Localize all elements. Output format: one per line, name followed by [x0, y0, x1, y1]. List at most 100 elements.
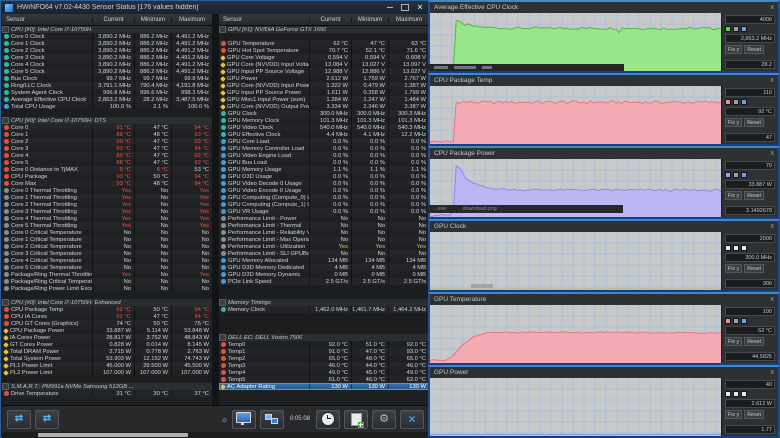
color-swatch[interactable] — [733, 391, 739, 397]
sensor-row[interactable]: GPU Hot Spot Temperature70.7 °C52.1 °C71… — [219, 47, 429, 54]
sensor-row[interactable]: PCIe Link Speed2.5 GT/s2.5 GT/s2.5 GT/s — [219, 278, 429, 285]
sensor-row[interactable]: PL1 Power Limit45.000 W39.500 W45.500 W — [2, 362, 212, 369]
color-swatch[interactable] — [733, 318, 739, 324]
sensor-row[interactable]: GPU Bus Load0.0 %0.0 %0.0 % — [219, 159, 429, 166]
graph-close-icon[interactable]: x — [771, 77, 775, 84]
sensor-row[interactable]: Package/Ring Critical TemperatureNoNoNo — [2, 278, 212, 285]
sensor-row[interactable]: System Agent Clock996.8 MHz996.6 MHz998.… — [2, 89, 212, 96]
section-header-row[interactable]: GPU [#1]: NVIDIA GeForce GTX 1650 — [219, 26, 429, 33]
reset-button[interactable]: Reset — [744, 45, 764, 54]
sensor-row[interactable]: Performance Limit - Max Operating Voltag… — [219, 236, 429, 243]
sensor-row[interactable]: Performance Limit - Reliability VoltageN… — [219, 229, 429, 236]
color-swatch[interactable] — [733, 172, 739, 178]
sensor-row[interactable]: CPU IA Cores92 °C47 °C94 °C — [2, 313, 212, 320]
axis-max-input[interactable]: 100 — [725, 307, 775, 316]
fix-y-button[interactable]: Fix y — [725, 45, 742, 54]
axis-min-input[interactable]: 44.5825 — [725, 352, 775, 361]
sensor-row[interactable]: Core 1 Critical TemperatureNoNoNo — [2, 236, 212, 243]
sensor-row[interactable]: Core 290 °C47 °C93 °C — [2, 138, 212, 145]
columns-collapse-button[interactable]: ⇄ — [7, 410, 31, 429]
sensor-row[interactable]: GPU Core (NVVDD) Input Power1.322 W0.479… — [219, 82, 429, 89]
fix-y-button[interactable]: Fix y — [725, 410, 742, 419]
color-swatch[interactable] — [725, 172, 731, 178]
axis-max-input[interactable]: 2000 — [725, 234, 775, 243]
sensor-row[interactable]: CPU GT Cores (Graphics)74 °C50 °C75 °C — [2, 320, 212, 327]
fix-y-button[interactable]: Fix y — [725, 191, 742, 200]
sensor-row[interactable]: Bus Clock99.7 MHz99.7 MHz99.8 MHz — [2, 75, 212, 82]
reset-button[interactable]: Reset — [744, 337, 764, 346]
section-checkbox-icon[interactable] — [219, 334, 226, 341]
sensor-row[interactable]: Temp561.0 °C46.0 °C62.0 °C — [219, 376, 429, 383]
reset-button[interactable]: Reset — [744, 264, 764, 273]
column-header-maximum[interactable]: Maximum — [388, 17, 429, 23]
sensor-row[interactable]: CPU Package Power33.887 W5.114 W53.848 W — [2, 327, 212, 334]
sensor-row[interactable]: AC Adapter Rating130 W130 W130 W — [219, 383, 429, 390]
section-checkbox-icon[interactable] — [2, 26, 9, 33]
axis-max-input[interactable]: 70 — [725, 161, 775, 170]
sensor-row[interactable]: GPU Video Clock540.0 MHz540.0 MHz540.3 M… — [219, 124, 429, 131]
sensor-row[interactable]: GPU Video Decode 0 Usage0.0 %0.0 %0.0 % — [219, 180, 429, 187]
section-checkbox-icon[interactable] — [219, 299, 226, 306]
sensor-row[interactable]: Core 5 Thermal ThrottlingYesNoYes — [2, 222, 212, 229]
graph-close-icon[interactable]: x — [771, 223, 775, 230]
color-swatch[interactable] — [741, 99, 747, 105]
sensor-row[interactable]: GPU Effective Clock4.4 MHz4.1 MHz12.2 MH… — [219, 131, 429, 138]
columns-expand-button[interactable]: ⇄ — [35, 410, 59, 429]
color-swatch[interactable] — [725, 245, 731, 251]
axis-min-input[interactable]: 47 — [725, 133, 775, 142]
sensor-row[interactable]: Core 4 Critical TemperatureNoNoNo — [2, 257, 212, 264]
horizontal-scrollbar[interactable] — [2, 432, 429, 438]
fix-y-button[interactable]: Fix y — [725, 264, 742, 273]
sensor-row[interactable]: Temp092.0 °C51.0 °C92.0 °C — [219, 341, 429, 348]
sensor-row[interactable]: Core 5 Critical TemperatureNoNoNo — [2, 264, 212, 271]
section-checkbox-icon[interactable] — [2, 117, 9, 124]
column-header-minimum[interactable]: Minimum — [351, 17, 388, 23]
sensor-row[interactable]: GPU D3D Usage0.0 %0.0 %0.0 % — [219, 173, 429, 180]
section-header-row[interactable]: CPU [#0]: Intel Core i7-10750H: DTS — [2, 117, 212, 124]
remote-sensors-button[interactable] — [260, 410, 284, 429]
monitoring-window-button[interactable] — [232, 410, 256, 429]
sensor-row[interactable]: GPU Computing (Compute_0) Usage0.0 %0.0 … — [219, 194, 429, 201]
sensor-row[interactable]: Core 091 °C47 °C94 °C — [2, 124, 212, 131]
graph-close-icon[interactable]: x — [771, 150, 775, 157]
sensor-row[interactable]: Temp449.0 °C45.0 °C49.0 °C — [219, 369, 429, 376]
sensor-row[interactable]: Core 588 °C47 °C92 °C — [2, 159, 212, 166]
graph-titlebar[interactable]: CPU Package Tempx — [430, 75, 778, 86]
sensor-row[interactable]: GPU Video Engine Load0.0 %0.0 %0.0 % — [219, 152, 429, 159]
sensor-row[interactable]: Core 5 Clock3,890.2 MHz886.2 MHz4,491.2 … — [2, 68, 212, 75]
minimize-button[interactable] — [384, 3, 396, 12]
sensor-row[interactable]: GPU Power2.612 W1.759 W2.767 W — [219, 75, 429, 82]
sensor-row[interactable]: Core 3 Thermal ThrottlingYesNoYes — [2, 208, 212, 215]
section-checkbox-icon[interactable] — [2, 299, 9, 306]
color-swatch[interactable] — [733, 245, 739, 251]
settings-button[interactable]: ⚙ — [372, 410, 396, 429]
sensor-row[interactable]: Temp265.0 °C48.0 °C65.0 °C — [219, 355, 429, 362]
sensor-row[interactable]: GPU Core (NVVDD) Input Voltage13.084 V13… — [219, 61, 429, 68]
sensor-row[interactable]: Core 0 Distance to TjMAX9 °C6 °C53 °C — [2, 166, 212, 173]
axis-min-input[interactable]: 1.77 — [725, 425, 775, 434]
sensor-row[interactable]: Drive Temperature31 °C30 °C37 °C — [2, 390, 212, 397]
sensor-row[interactable]: GPU D3D Memory Dynamic0 MB0 MB0 MB — [219, 271, 429, 278]
sensor-row[interactable]: Core 393 °C47 °C94 °C — [2, 145, 212, 152]
reset-button[interactable]: Reset — [744, 118, 764, 127]
sensor-row[interactable]: Core 3 Clock3,890.2 MHz886.2 MHz4,491.2 … — [2, 54, 212, 61]
color-swatch[interactable] — [733, 99, 739, 105]
maximize-button[interactable] — [399, 3, 411, 12]
section-header-row[interactable]: CPU [#0]: Intel Core i7-10750H — [2, 26, 212, 33]
sensor-row[interactable]: GPU Core Load0.0 %0.0 %0.0 % — [219, 138, 429, 145]
column-header-maximum[interactable]: Maximum — [171, 17, 212, 23]
sensor-row[interactable]: Performance Limit - ThermalNoNoNo — [219, 222, 429, 229]
reset-button[interactable]: Reset — [744, 191, 764, 200]
sensor-row[interactable]: Performance Limit - PowerNoNoNo — [219, 215, 429, 222]
graph-close-icon[interactable]: x — [771, 4, 775, 11]
sensor-row[interactable]: Package/Ring Power Limit ExceededNoNoNo — [2, 285, 212, 292]
sensor-row[interactable]: GPU D3D Memory Dedicated4 MB4 MB4 MB — [219, 264, 429, 271]
sensor-row[interactable]: Memory Clock1,462.0 MHz1,461.7 MHz1,464.… — [219, 306, 429, 313]
color-swatch[interactable] — [725, 99, 731, 105]
color-swatch[interactable] — [733, 26, 739, 32]
section-header-row[interactable]: CPU [#0]: Intel Core i7-10750H: Enhanced — [2, 299, 212, 306]
sensor-row[interactable]: Core 1 Thermal ThrottlingYesNoYes — [2, 194, 212, 201]
sensor-row[interactable]: Core 2 Clock3,890.2 MHz886.2 MHz4,491.2 … — [2, 47, 212, 54]
sensor-row[interactable]: Package/Ring Thermal ThrottlingYesNoYes — [2, 271, 212, 278]
color-swatch[interactable] — [741, 172, 747, 178]
